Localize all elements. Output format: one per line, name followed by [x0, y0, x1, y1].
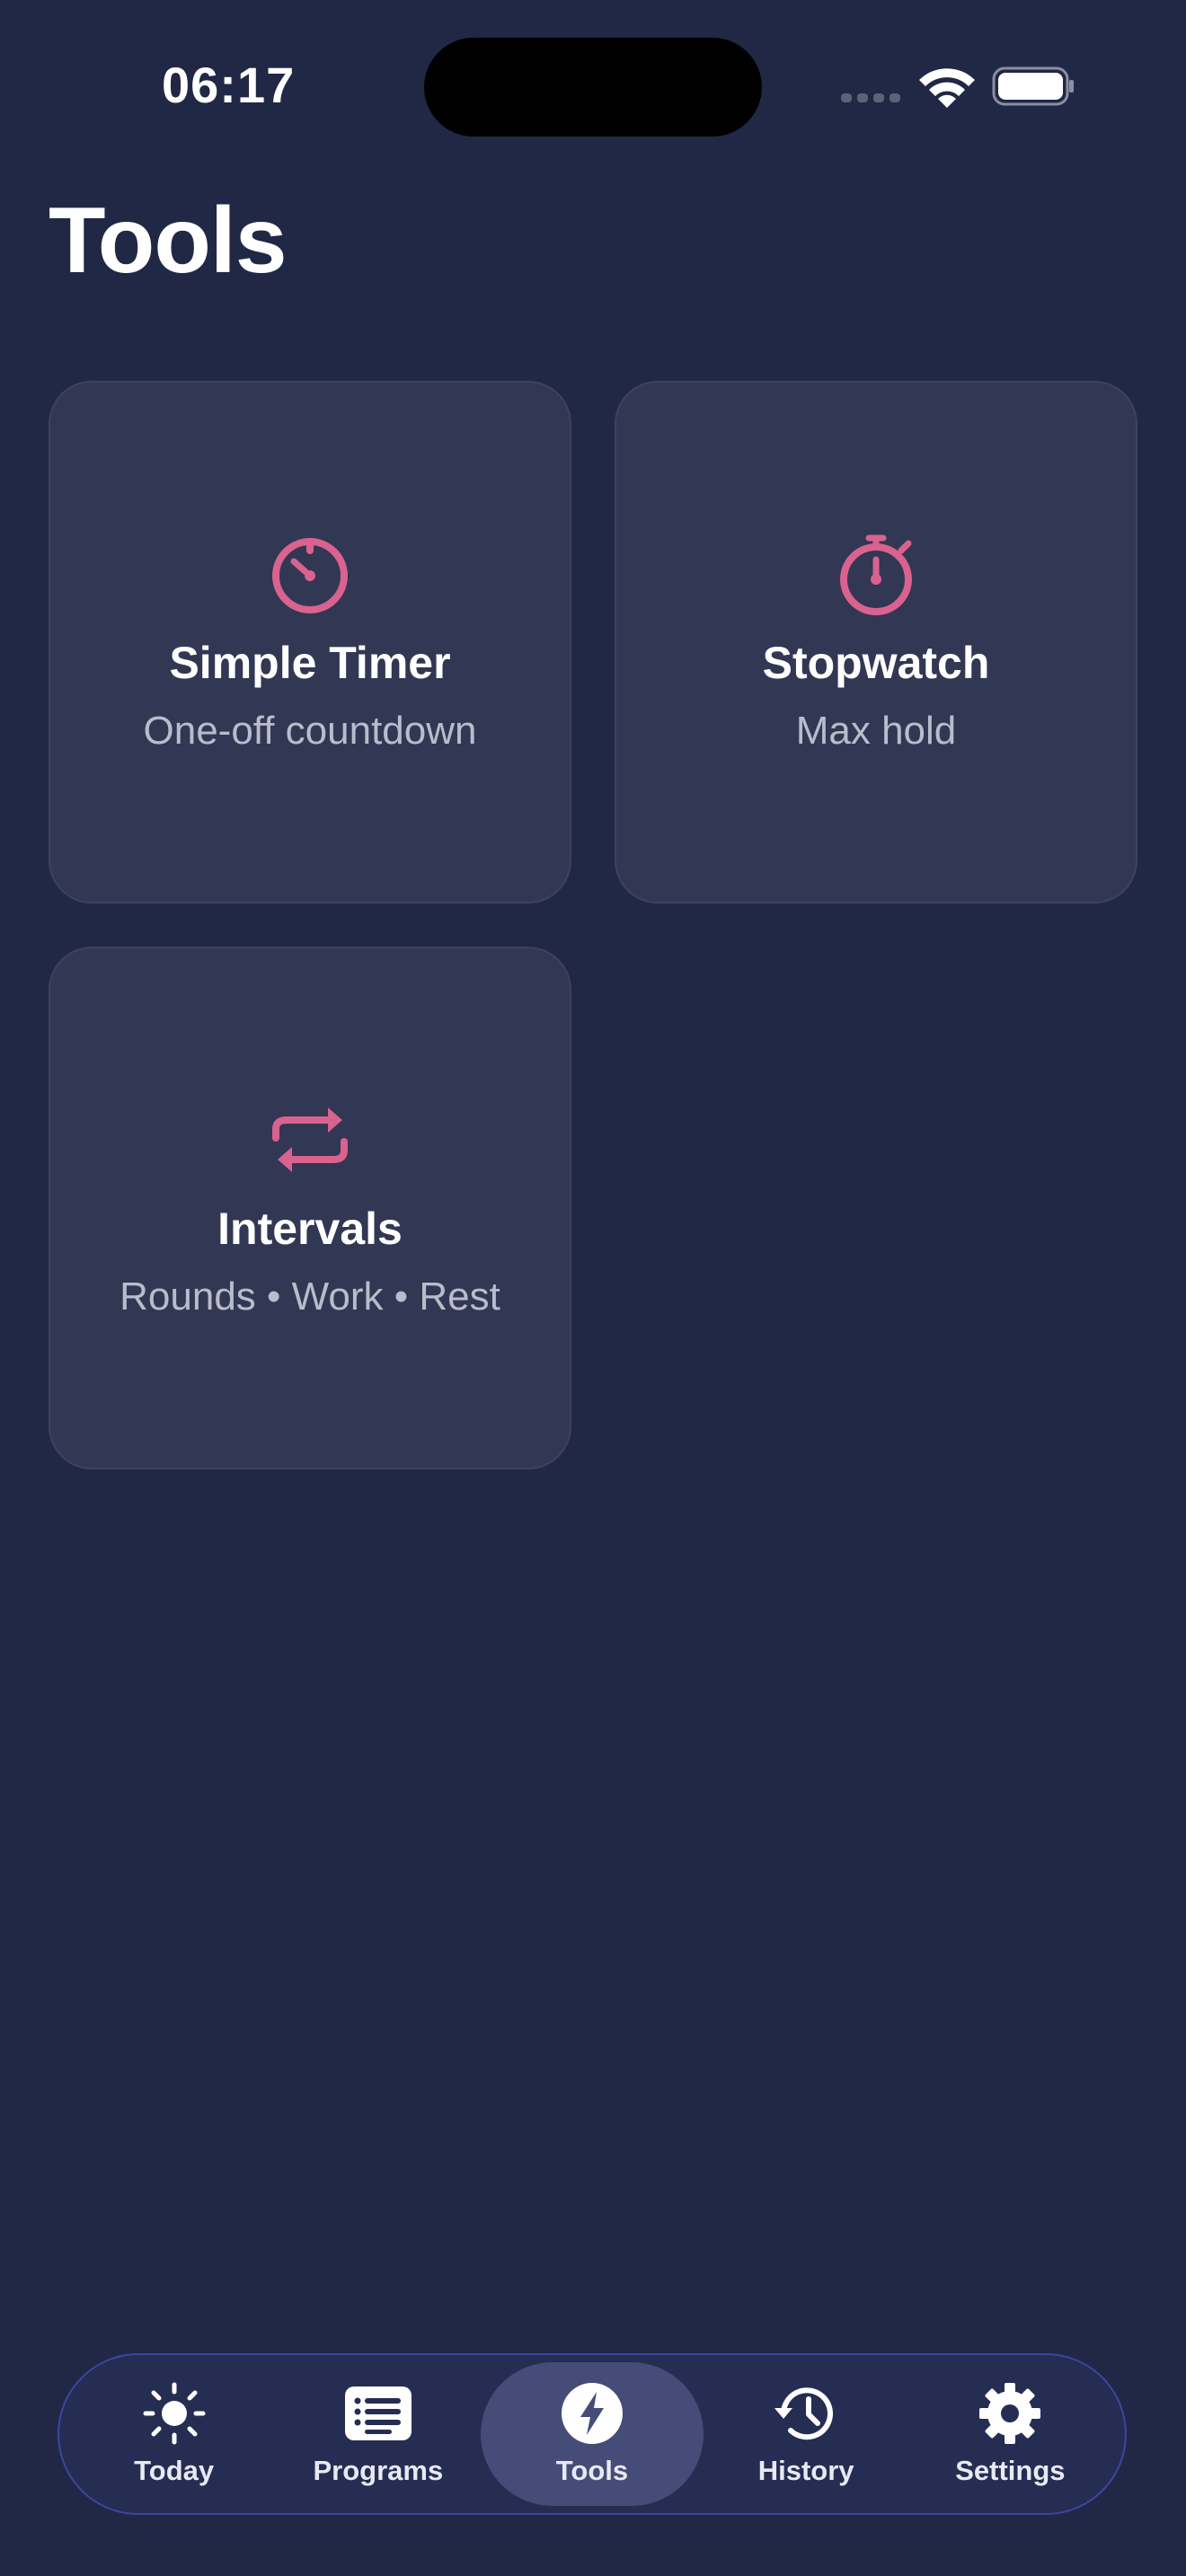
card-title: Stopwatch	[762, 638, 990, 688]
card-subtitle: Max hold	[795, 709, 957, 753]
tab-today[interactable]: Today	[72, 2362, 276, 2506]
battery-icon	[992, 66, 1075, 106]
dynamic-island	[424, 38, 762, 137]
list-icon	[342, 2381, 414, 2446]
tab-settings[interactable]: Settings	[908, 2362, 1112, 2506]
cellular-signal-icon	[841, 93, 900, 102]
tab-label: Tools	[555, 2455, 629, 2486]
stopwatch-card[interactable]: Stopwatch Max hold	[615, 381, 1137, 904]
tab-label: Programs	[313, 2455, 444, 2486]
card-subtitle: One-off countdown	[143, 709, 477, 753]
intervals-card[interactable]: Intervals Rounds • Work • Rest	[49, 947, 571, 1469]
card-title: Simple Timer	[169, 638, 451, 688]
gear-icon	[974, 2381, 1046, 2446]
tab-bar: Today Programs Tools History Settings	[58, 2353, 1127, 2515]
repeat-icon	[267, 1097, 353, 1183]
bolt-icon	[556, 2381, 628, 2446]
tab-history[interactable]: History	[704, 2362, 907, 2506]
tab-tools[interactable]: Tools	[480, 2362, 704, 2506]
page-title: Tools	[49, 189, 288, 293]
history-icon	[770, 2381, 842, 2446]
card-subtitle: Rounds • Work • Rest	[119, 1275, 500, 1319]
sun-icon	[138, 2381, 210, 2446]
tab-label: Settings	[955, 2455, 1066, 2486]
stopwatch-icon	[833, 531, 919, 617]
wifi-icon	[916, 63, 978, 110]
status-time: 06:17	[162, 57, 296, 113]
timer-icon	[267, 531, 353, 617]
card-title: Intervals	[217, 1204, 403, 1254]
simple-timer-card[interactable]: Simple Timer One-off countdown	[49, 381, 571, 904]
tab-label: Today	[134, 2455, 215, 2486]
tab-programs[interactable]: Programs	[276, 2362, 480, 2506]
tab-label: History	[757, 2455, 854, 2486]
